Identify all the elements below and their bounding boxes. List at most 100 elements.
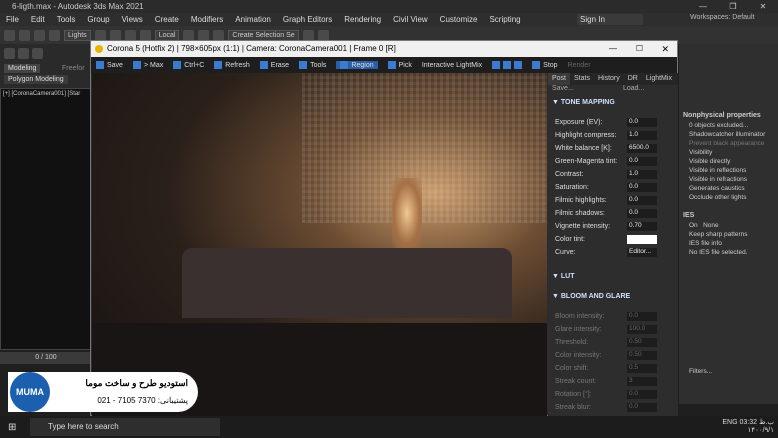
fb-close-button[interactable]: ✕ [661, 41, 669, 57]
render-icon[interactable] [317, 29, 329, 41]
stop-button[interactable]: Stop [532, 61, 558, 69]
rp-row-visible-in-reflections[interactable]: Visible in reflections [679, 166, 778, 175]
rp-row--objects-excluded-[interactable]: 0 objects excluded... [679, 121, 778, 130]
tab-polygon-modeling[interactable]: Polygon Modeling [4, 75, 68, 84]
rp-row-visible-in-refractions[interactable]: Visible in refractions [679, 175, 778, 184]
panel-tab-lightmix[interactable]: LightMix [642, 73, 676, 85]
selection-filter-dropdown[interactable]: Lights [64, 29, 91, 41]
panel-save-button[interactable]: Save... [552, 85, 574, 92]
save-button[interactable]: Save [96, 61, 123, 69]
menu-graph-editors[interactable]: Graph Editors [277, 15, 338, 24]
keep-sharp-checkbox[interactable]: Keep sharp patterns [679, 230, 778, 239]
select-icon[interactable] [94, 29, 106, 41]
mirror-icon[interactable] [213, 29, 225, 41]
close-button[interactable]: ✕ [748, 0, 778, 13]
redo-icon[interactable] [19, 29, 30, 41]
erase-button[interactable]: Erase [259, 61, 289, 69]
menu-group[interactable]: Group [81, 15, 115, 24]
render-setup-icon[interactable] [302, 29, 314, 41]
menu-animation[interactable]: Animation [229, 15, 277, 24]
zoom-in-icon[interactable] [492, 61, 501, 69]
snap-icon[interactable] [183, 29, 195, 41]
language-indicator[interactable]: ENG [722, 419, 737, 426]
render-preview[interactable] [92, 73, 547, 416]
maximize-button[interactable]: ❐ [718, 0, 748, 13]
taskbar-search[interactable]: Type here to search [30, 418, 220, 436]
menu-customize[interactable]: Customize [434, 15, 484, 24]
rotate-icon[interactable] [124, 29, 136, 41]
refresh-button[interactable]: Refresh [214, 61, 250, 69]
row-value-field[interactable]: 0.70 [627, 222, 657, 231]
row-value-field[interactable]: 0.0 [627, 209, 657, 218]
sun-icon[interactable] [18, 47, 29, 59]
filters-button[interactable]: Filters... [679, 367, 778, 376]
tab-modeling[interactable]: Modeling [4, 64, 41, 73]
menu-edit[interactable]: Edit [25, 15, 51, 24]
row-value-field[interactable]: 0.5 [627, 364, 657, 373]
row-value-field[interactable]: 100.0 [627, 325, 657, 334]
rp-row-prevent-black-appearance[interactable]: Prevent black appearance [679, 139, 778, 148]
rp-row-occlude-other-lights[interactable]: Occlude other lights [679, 193, 778, 202]
panel-tab-stats[interactable]: Stats [570, 73, 594, 85]
row-value-field[interactable]: 0.50 [627, 338, 657, 347]
ies-none-button[interactable]: None [703, 222, 719, 229]
row-value-field[interactable]: 0.0 [627, 312, 657, 321]
row-value-field[interactable] [627, 235, 657, 244]
light-icon[interactable] [4, 47, 15, 59]
zoom-fit-icon[interactable] [514, 61, 523, 69]
row-value-field[interactable]: 3 [627, 377, 657, 386]
unlink-icon[interactable] [49, 29, 60, 41]
viewport-label[interactable]: [+] [CoronaCamera001] [Star [1, 89, 91, 99]
scale-icon[interactable] [139, 29, 151, 41]
region-button[interactable]: Region [336, 61, 378, 69]
row-value-field[interactable]: 6500.0 [627, 144, 657, 153]
panel-tab-post[interactable]: Post [548, 73, 571, 85]
menu-file[interactable]: File [0, 15, 25, 24]
row-value-field[interactable]: 0.0 [627, 196, 657, 205]
panel-load-button[interactable]: Load... [623, 85, 644, 92]
fb-minimize-button[interactable]: — [609, 41, 617, 57]
section-tone[interactable]: ▼ TONE MAPPING [552, 99, 615, 106]
section-lut[interactable]: ▼ LUT [552, 273, 574, 280]
menu-rendering[interactable]: Rendering [338, 15, 387, 24]
sign-in-dropdown[interactable]: Sign In [577, 14, 643, 25]
menu-civil-view[interactable]: Civil View [387, 15, 434, 24]
tools-button[interactable]: Tools [299, 61, 326, 69]
ctrl-c-button[interactable]: Ctrl+C [173, 61, 204, 69]
workspaces-selector[interactable]: Workspaces: Default [690, 14, 754, 21]
rp-row-shadowcatcher-illuminator[interactable]: Shadowcatcher illuminator [679, 130, 778, 139]
link-icon[interactable] [34, 29, 45, 41]
row-value-field[interactable]: Editor... [627, 248, 657, 257]
viewport[interactable]: [+] [CoronaCamera001] [Star [0, 88, 92, 350]
fb-maximize-button[interactable]: ☐ [636, 41, 643, 57]
layer-icon[interactable] [32, 47, 43, 59]
menu-create[interactable]: Create [149, 15, 185, 24]
zoom-icons[interactable] [492, 61, 523, 69]
panel-tab-dr[interactable]: DR [624, 73, 642, 85]
clock[interactable]: 03:32 ب.ظ [740, 419, 774, 426]
minimize-button[interactable]: — [688, 0, 718, 13]
menu-tools[interactable]: Tools [51, 15, 82, 24]
windows-start-icon[interactable]: ⊞ [8, 422, 16, 433]
tab-freeform[interactable]: Freefor [58, 64, 89, 73]
menu-scripting[interactable]: Scripting [483, 15, 526, 24]
row-value-field[interactable]: 0.0 [627, 403, 657, 412]
interactive-lightmix-button[interactable]: Interactive LightMix [422, 62, 482, 69]
menu-modifiers[interactable]: Modifiers [185, 15, 229, 24]
row-value-field[interactable]: 1.0 [627, 170, 657, 179]
row-value-field[interactable]: 0.0 [627, 390, 657, 399]
row-value-field[interactable]: 0.0 [627, 157, 657, 166]
undo-icon[interactable] [4, 29, 15, 41]
pick-button[interactable]: Pick [387, 61, 412, 69]
move-icon[interactable] [109, 29, 121, 41]
ies-on-checkbox[interactable]: On None [679, 221, 778, 230]
render-button[interactable]: Render [568, 62, 591, 69]
create-selection-set-dropdown[interactable]: Create Selection Se [228, 29, 299, 41]
time-slider[interactable]: 0 / 100 [0, 352, 92, 364]
angle-snap-icon[interactable] [198, 29, 210, 41]
rp-row-visible-directly[interactable]: Visible directly [679, 157, 778, 166]
row-value-field[interactable]: 1.0 [627, 131, 657, 140]
reference-coord-dropdown[interactable]: Local [154, 29, 180, 41]
zoom-out-icon[interactable] [503, 61, 512, 69]
row-value-field[interactable]: 0.0 [627, 118, 657, 127]
